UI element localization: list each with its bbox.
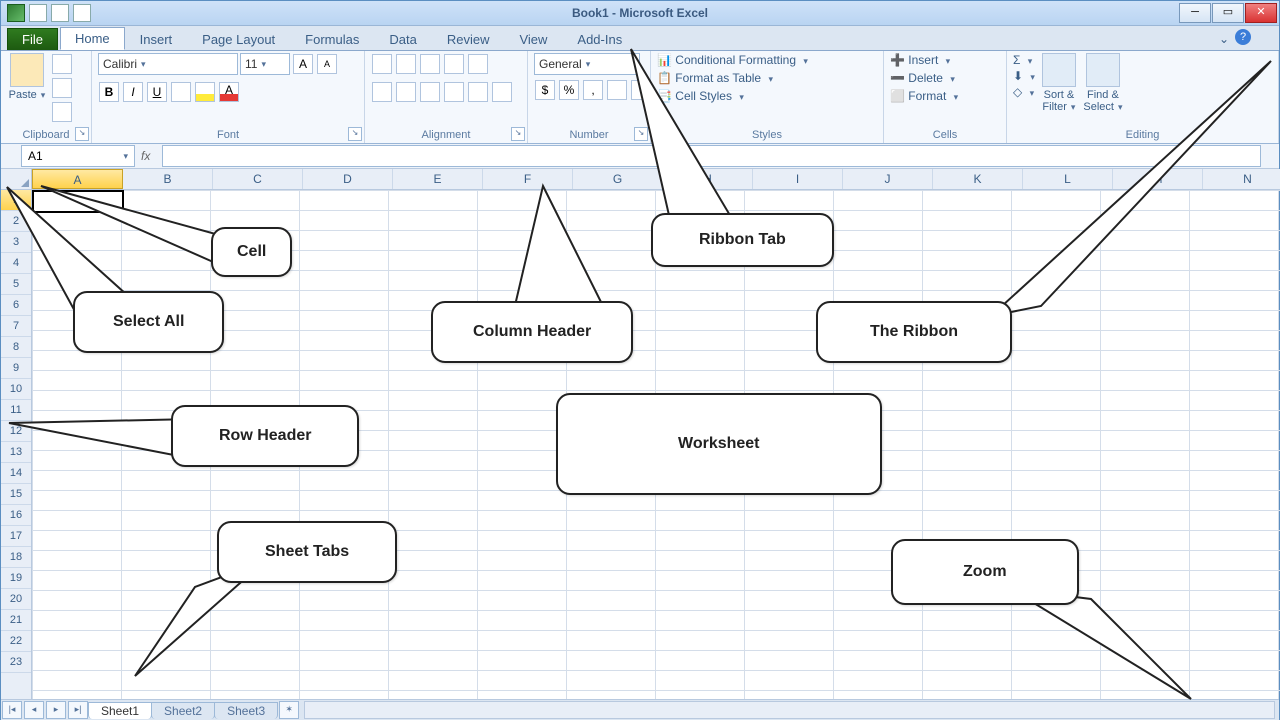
percent-icon[interactable]: %	[559, 80, 579, 100]
column-header-J[interactable]: J	[843, 169, 933, 189]
title-bar: Book1 - Microsoft Excel ─ ▭ ✕	[1, 1, 1279, 26]
tab-home[interactable]: Home	[60, 27, 125, 50]
clipboard-launcher-icon[interactable]: ↘	[75, 127, 89, 141]
tab-add-ins[interactable]: Add-Ins	[562, 28, 637, 50]
row-header-10[interactable]: 10	[1, 379, 31, 400]
group-label-cells: Cells	[890, 129, 1000, 142]
window-title: Book1 - Microsoft Excel	[572, 6, 708, 20]
paste-button[interactable]: Paste▾	[7, 53, 47, 101]
undo-icon[interactable]	[51, 4, 69, 22]
sheet-tab-1[interactable]: Sheet1	[88, 702, 152, 719]
fx-icon[interactable]: fx	[141, 149, 150, 163]
sheet-tab-3[interactable]: Sheet3	[214, 702, 278, 719]
column-header-D[interactable]: D	[303, 169, 393, 189]
excel-window: Book1 - Microsoft Excel ─ ▭ ✕ ✕ File Hom…	[0, 0, 1280, 720]
copy-icon[interactable]	[52, 78, 72, 98]
font-launcher-icon[interactable]: ↘	[348, 127, 362, 141]
align-center-icon[interactable]	[396, 82, 416, 102]
format-cells-button[interactable]: ⬜ Format ▾	[890, 89, 958, 103]
row-header-8[interactable]: 8	[1, 337, 31, 358]
file-tab[interactable]: File	[7, 28, 58, 50]
currency-icon[interactable]: $	[535, 80, 555, 100]
column-header-E[interactable]: E	[393, 169, 483, 189]
tab-nav-prev-icon[interactable]: ◂	[24, 701, 44, 719]
align-top-icon[interactable]	[372, 54, 392, 74]
row-header-23[interactable]: 23	[1, 652, 31, 673]
redo-icon[interactable]	[73, 4, 91, 22]
bold-icon[interactable]: B	[99, 82, 119, 102]
tab-nav-first-icon[interactable]: |◂	[2, 701, 22, 719]
excel-icon	[7, 4, 25, 22]
alignment-launcher-icon[interactable]: ↘	[511, 127, 525, 141]
align-left-icon[interactable]	[372, 82, 392, 102]
row-header-14[interactable]: 14	[1, 463, 31, 484]
row-header-18[interactable]: 18	[1, 547, 31, 568]
quick-access-toolbar	[1, 4, 97, 22]
new-sheet-icon[interactable]: ✶	[279, 701, 299, 719]
tab-insert[interactable]: Insert	[125, 28, 188, 50]
tab-review[interactable]: Review	[432, 28, 505, 50]
callout-cell: Cell	[211, 227, 292, 277]
grow-font-icon[interactable]: A	[293, 54, 313, 74]
callout-zoom: Zoom	[891, 539, 1079, 605]
group-label-alignment: Alignment	[371, 129, 521, 142]
italic-icon[interactable]: I	[123, 82, 143, 102]
row-header-22[interactable]: 22	[1, 631, 31, 652]
name-box[interactable]: A1▾	[21, 145, 135, 167]
row-header-15[interactable]: 15	[1, 484, 31, 505]
maximize-button[interactable]: ▭	[1212, 3, 1244, 23]
tab-nav-next-icon[interactable]: ▸	[46, 701, 66, 719]
font-name-select[interactable]: Calibri▾	[98, 53, 238, 75]
minimize-ribbon-icon[interactable]: ⌄	[1219, 32, 1229, 46]
underline-icon[interactable]: U	[147, 82, 167, 102]
font-color-icon[interactable]: A	[219, 82, 239, 102]
paste-label: Paste	[9, 89, 37, 101]
callout-ribbon-tab: Ribbon Tab	[651, 213, 834, 267]
tab-nav-last-icon[interactable]: ▸|	[68, 701, 88, 719]
tab-page-layout[interactable]: Page Layout	[187, 28, 290, 50]
decrease-indent-icon[interactable]	[444, 82, 464, 102]
wrap-text-icon[interactable]	[468, 54, 488, 74]
row-header-19[interactable]: 19	[1, 568, 31, 589]
close-button[interactable]: ✕	[1245, 3, 1277, 23]
callout-the-ribbon: The Ribbon	[816, 301, 1012, 363]
group-label-clipboard: Clipboard	[7, 129, 85, 142]
font-size-select[interactable]: 11▾	[240, 53, 290, 75]
cut-icon[interactable]	[52, 54, 72, 74]
sheet-tab-2[interactable]: Sheet2	[151, 702, 215, 719]
insert-cells-button[interactable]: ➕ Insert ▾	[890, 53, 950, 67]
tab-view[interactable]: View	[504, 28, 562, 50]
row-header-20[interactable]: 20	[1, 589, 31, 610]
merge-center-icon[interactable]	[492, 82, 512, 102]
row-header-17[interactable]: 17	[1, 526, 31, 547]
border-icon[interactable]	[171, 82, 191, 102]
align-middle-icon[interactable]	[396, 54, 416, 74]
ribbon-tab-bar: File Home Insert Page Layout Formulas Da…	[1, 26, 1279, 51]
delete-cells-button[interactable]: ➖ Delete ▾	[890, 71, 955, 85]
row-header-9[interactable]: 9	[1, 358, 31, 379]
orientation-icon[interactable]	[444, 54, 464, 74]
format-painter-icon[interactable]	[52, 102, 72, 122]
callout-select-all: Select All	[73, 291, 224, 353]
callout-sheet-tabs: Sheet Tabs	[217, 521, 397, 583]
fill-color-icon[interactable]	[195, 82, 215, 102]
minimize-button[interactable]: ─	[1179, 3, 1211, 23]
align-right-icon[interactable]	[420, 82, 440, 102]
help-icon[interactable]: ?	[1235, 29, 1251, 45]
row-header-21[interactable]: 21	[1, 610, 31, 631]
row-header-16[interactable]: 16	[1, 505, 31, 526]
row-header-7[interactable]: 7	[1, 316, 31, 337]
tab-formulas[interactable]: Formulas	[290, 28, 374, 50]
shrink-font-icon[interactable]: A	[317, 54, 337, 74]
save-icon[interactable]	[29, 4, 47, 22]
increase-indent-icon[interactable]	[468, 82, 488, 102]
callout-worksheet: Worksheet	[556, 393, 882, 495]
tab-data[interactable]: Data	[374, 28, 431, 50]
align-bottom-icon[interactable]	[420, 54, 440, 74]
paste-icon	[10, 53, 44, 87]
group-label-font: Font	[98, 129, 358, 142]
callout-row-header: Row Header	[171, 405, 359, 467]
comma-icon[interactable]: ,	[583, 80, 603, 100]
callout-column-header: Column Header	[431, 301, 633, 363]
